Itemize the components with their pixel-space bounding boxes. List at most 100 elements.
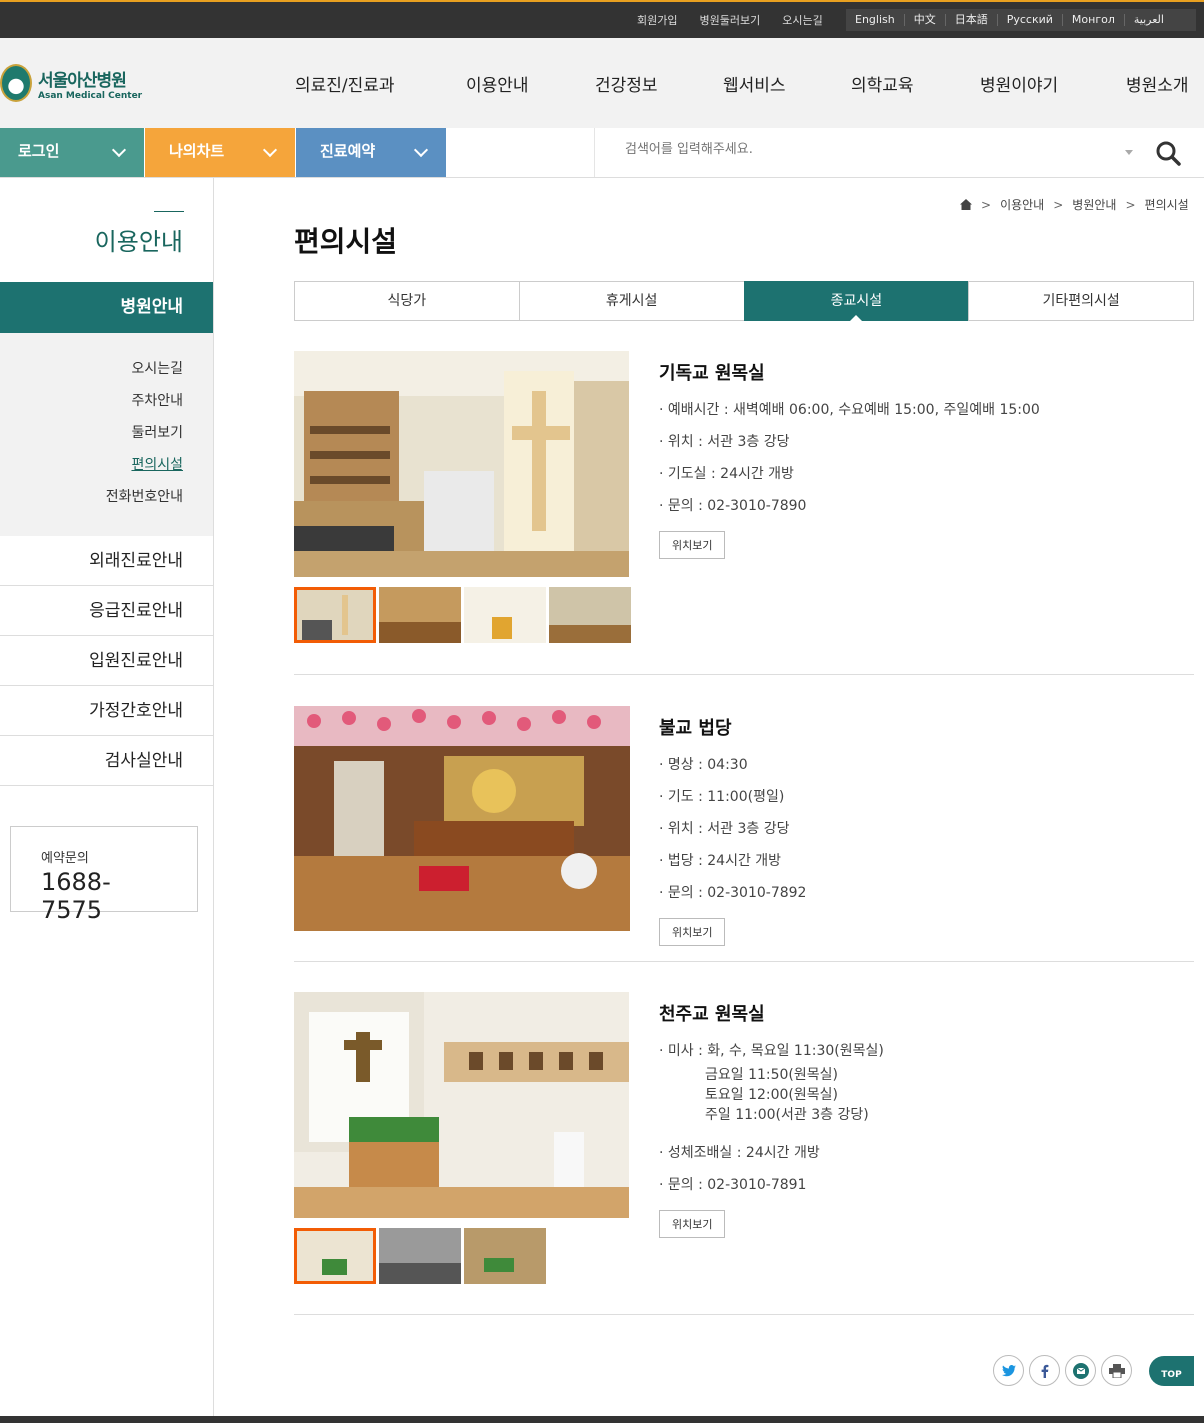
- facility-detail: · 성체조배실 : 24시간 개방: [659, 1145, 820, 1161]
- lang-chinese[interactable]: 中文: [905, 14, 946, 26]
- logo-korean: 서울아산병원: [38, 70, 127, 91]
- util-link-join[interactable]: 회원가입: [626, 12, 688, 28]
- sub-item-tour[interactable]: 둘러보기: [0, 417, 213, 449]
- logo-english: Asan Medical Center: [38, 90, 143, 101]
- facility-detail: · 위치 : 서관 3층 강당: [659, 821, 790, 837]
- lang-japanese[interactable]: 日本語: [946, 14, 998, 26]
- language-selector: English 中文 日本語 Русский Монгол العربية: [846, 9, 1196, 31]
- lang-russian[interactable]: Русский: [998, 14, 1063, 26]
- thumbnail[interactable]: [549, 587, 631, 643]
- catholic-thumbnails: [294, 1228, 546, 1284]
- christian-info: 기독교 원목실 · 예배시간 : 새벽예배 06:00, 수요예배 15:00,…: [659, 359, 1040, 559]
- catholic-info: 천주교 원목실 · 미사 : 화, 수, 목요일 11:30(원목실) 금요일 …: [659, 1000, 884, 1238]
- chevron-down-icon: [262, 142, 278, 158]
- tab-lounges[interactable]: 휴게시설: [518, 281, 744, 321]
- catholic-chapel-photo: [294, 992, 629, 1218]
- buddhist-info: 불교 법당 · 명상 : 04:30 · 기도 : 11:00(평일) · 위치…: [659, 714, 806, 946]
- nav-education[interactable]: 의학교육: [851, 71, 980, 96]
- facility-detail: · 문의 : 02-3010-7892: [659, 885, 807, 901]
- nav-web-service[interactable]: 웹서비스: [723, 71, 851, 96]
- sidebar-item-inpatient[interactable]: 입원진료안내: [0, 636, 213, 686]
- logo-emblem-icon: [0, 64, 32, 102]
- login-label: 로그인: [18, 142, 60, 160]
- home-icon[interactable]: [960, 199, 972, 210]
- footer-bar: [0, 1416, 1204, 1423]
- sidebar-item-lab[interactable]: 검사실안내: [0, 736, 213, 786]
- nav-about[interactable]: 병원소개: [1126, 71, 1189, 96]
- top-label: TOP: [1161, 1370, 1182, 1380]
- sidebar-item-home-nursing[interactable]: 가정간호안내: [0, 686, 213, 736]
- util-link-directions[interactable]: 오시는길: [771, 12, 833, 28]
- breadcrumb-item[interactable]: 이용안내: [1000, 196, 1044, 213]
- chevron-right-icon: >: [981, 197, 992, 212]
- chevron-down-icon: [413, 142, 429, 158]
- twitter-icon[interactable]: [993, 1355, 1024, 1386]
- share-buttons: [993, 1355, 1132, 1386]
- sidebar-title: 이용안내: [94, 228, 183, 256]
- facility-detail: · 문의 : 02-3010-7890: [659, 498, 807, 514]
- thumbnail[interactable]: [294, 587, 376, 643]
- login-button[interactable]: 로그인: [0, 128, 144, 177]
- lang-arabic[interactable]: العربية: [1125, 14, 1173, 26]
- thumbnail[interactable]: [379, 587, 461, 643]
- facility-christian: 기독교 원목실 · 예배시간 : 새벽예배 06:00, 수요예배 15:00,…: [294, 351, 1194, 643]
- contact-label: 예약문의: [41, 851, 89, 866]
- tab-other[interactable]: 기타편의시설: [968, 281, 1194, 321]
- sub-item-parking[interactable]: 주차안내: [0, 385, 213, 417]
- sidebar-submenu: 오시는길 주차안내 둘러보기 편의시설 전화번호안내: [0, 333, 213, 536]
- christian-chapel-photo: [294, 351, 629, 577]
- util-link-tour[interactable]: 병원둘러보기: [688, 12, 771, 28]
- facility-detail: · 미사 : 화, 수, 목요일 11:30(원목실): [659, 1043, 884, 1059]
- nav-health-info[interactable]: 건강정보: [595, 71, 723, 96]
- nav-doctors[interactable]: 의료진/진료과: [295, 71, 466, 96]
- contact-number: 1688-7575: [41, 868, 111, 924]
- sidebar-item-hospital-guide[interactable]: 병원안내: [0, 282, 213, 333]
- email-icon[interactable]: [1065, 1355, 1096, 1386]
- scroll-top-button[interactable]: TOP: [1149, 1356, 1194, 1386]
- my-chart-button[interactable]: 나의차트: [145, 128, 295, 177]
- page-title: 편의시설: [294, 225, 398, 258]
- sidebar-menu: 외래진료안내 응급진료안내 입원진료안내 가정간호안내 검사실안내: [0, 536, 213, 786]
- thumbnail[interactable]: [464, 587, 546, 643]
- sub-item-facilities[interactable]: 편의시설: [0, 449, 213, 481]
- facility-tabs: 식당가 휴게시설 종교시설 기타편의시설: [294, 281, 1194, 321]
- view-location-button[interactable]: 위치보기: [659, 531, 726, 559]
- tab-restaurants[interactable]: 식당가: [294, 281, 519, 321]
- view-location-button[interactable]: 위치보기: [659, 918, 726, 946]
- thumbnail[interactable]: [379, 1228, 461, 1284]
- sidebar-item-outpatient[interactable]: 외래진료안내: [0, 536, 213, 586]
- tab-religious[interactable]: 종교시설: [743, 281, 969, 321]
- nav-guide[interactable]: 이용안내: [466, 71, 595, 96]
- reservation-button[interactable]: 진료예약: [296, 128, 446, 177]
- chevron-down-icon: [111, 142, 127, 158]
- site-header: 서울아산병원 Asan Medical Center 의료진/진료과 이용안내 …: [0, 38, 1204, 128]
- logo[interactable]: 서울아산병원 Asan Medical Center: [0, 64, 142, 102]
- breadcrumb-item-current[interactable]: 편의시설: [1145, 196, 1189, 213]
- search-input[interactable]: [625, 142, 1105, 157]
- main-nav: 의료진/진료과 이용안내 건강정보 웹서비스 의학교육 병원이야기 병원소개: [295, 71, 1189, 96]
- search-dropdown-icon[interactable]: [1125, 150, 1133, 155]
- reservation-label: 진료예약: [320, 142, 376, 160]
- print-icon[interactable]: [1101, 1355, 1132, 1386]
- lang-english[interactable]: English: [846, 14, 905, 26]
- facility-title: 기독교 원목실: [659, 363, 765, 384]
- thumbnail[interactable]: [464, 1228, 546, 1284]
- divider: [294, 1314, 1194, 1315]
- sidebar-item-emergency[interactable]: 응급진료안내: [0, 586, 213, 636]
- view-location-button[interactable]: 위치보기: [659, 1210, 726, 1238]
- nav-stories[interactable]: 병원이야기: [980, 71, 1126, 96]
- facebook-icon[interactable]: [1029, 1355, 1060, 1386]
- facility-detail-cont: 토요일 12:00(원목실): [705, 1087, 838, 1103]
- breadcrumb: > 이용안내 > 병원안내 > 편의시설: [960, 196, 1189, 213]
- sidebar-title-line: [154, 211, 184, 212]
- sub-item-phone[interactable]: 전화번호안내: [0, 481, 213, 513]
- search-icon[interactable]: [1155, 140, 1181, 166]
- sub-item-directions[interactable]: 오시는길: [0, 353, 213, 385]
- thumbnail[interactable]: [294, 1228, 376, 1284]
- facility-detail: · 기도실 : 24시간 개방: [659, 466, 794, 482]
- facility-catholic: 천주교 원목실 · 미사 : 화, 수, 목요일 11:30(원목실) 금요일 …: [294, 992, 1194, 1284]
- facility-detail: · 위치 : 서관 3층 강당: [659, 434, 790, 450]
- breadcrumb-item[interactable]: 병원안내: [1072, 196, 1116, 213]
- lang-mongolian[interactable]: Монгол: [1063, 14, 1125, 26]
- divider: [294, 961, 1194, 962]
